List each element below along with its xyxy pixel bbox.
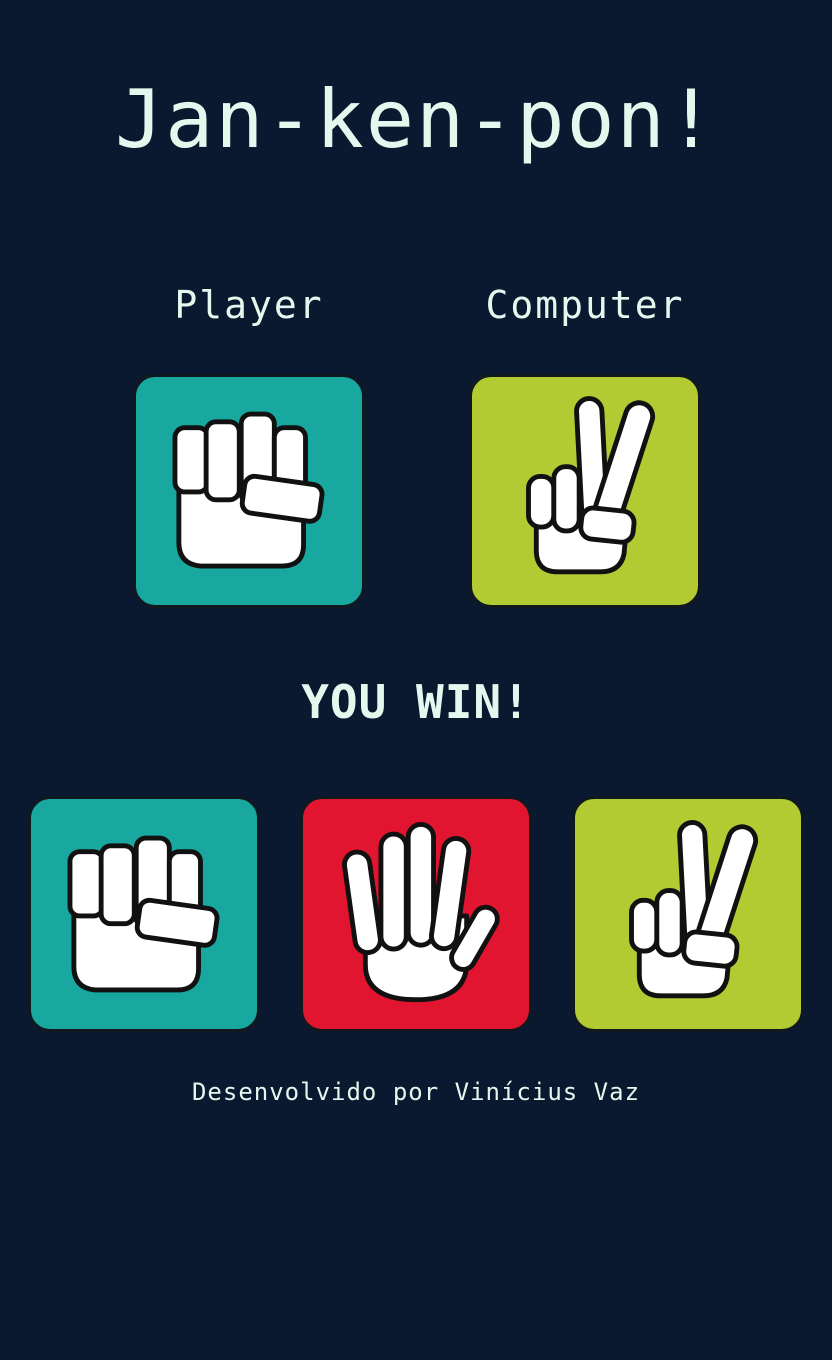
footer-credit: Desenvolvido por Vinícius Vaz xyxy=(191,1078,641,1106)
paper-hand-icon xyxy=(342,821,500,1003)
rock-fist-icon xyxy=(172,411,325,569)
choice-buttons xyxy=(0,796,832,1036)
scissors-hand-icon xyxy=(526,396,656,575)
player-label: Player xyxy=(174,283,324,327)
rock-button[interactable] xyxy=(28,796,260,1032)
player-choice-card xyxy=(133,374,365,608)
page-title: Jan-ken-pon! xyxy=(115,73,717,166)
computer-label: Computer xyxy=(485,283,685,327)
scissors-button[interactable] xyxy=(572,796,804,1032)
paper-button[interactable] xyxy=(300,796,532,1032)
rock-fist-icon xyxy=(67,835,220,993)
result-text: YOU WIN! xyxy=(301,675,531,729)
scissors-hand-icon xyxy=(629,820,759,999)
computer-choice-card xyxy=(469,374,701,608)
